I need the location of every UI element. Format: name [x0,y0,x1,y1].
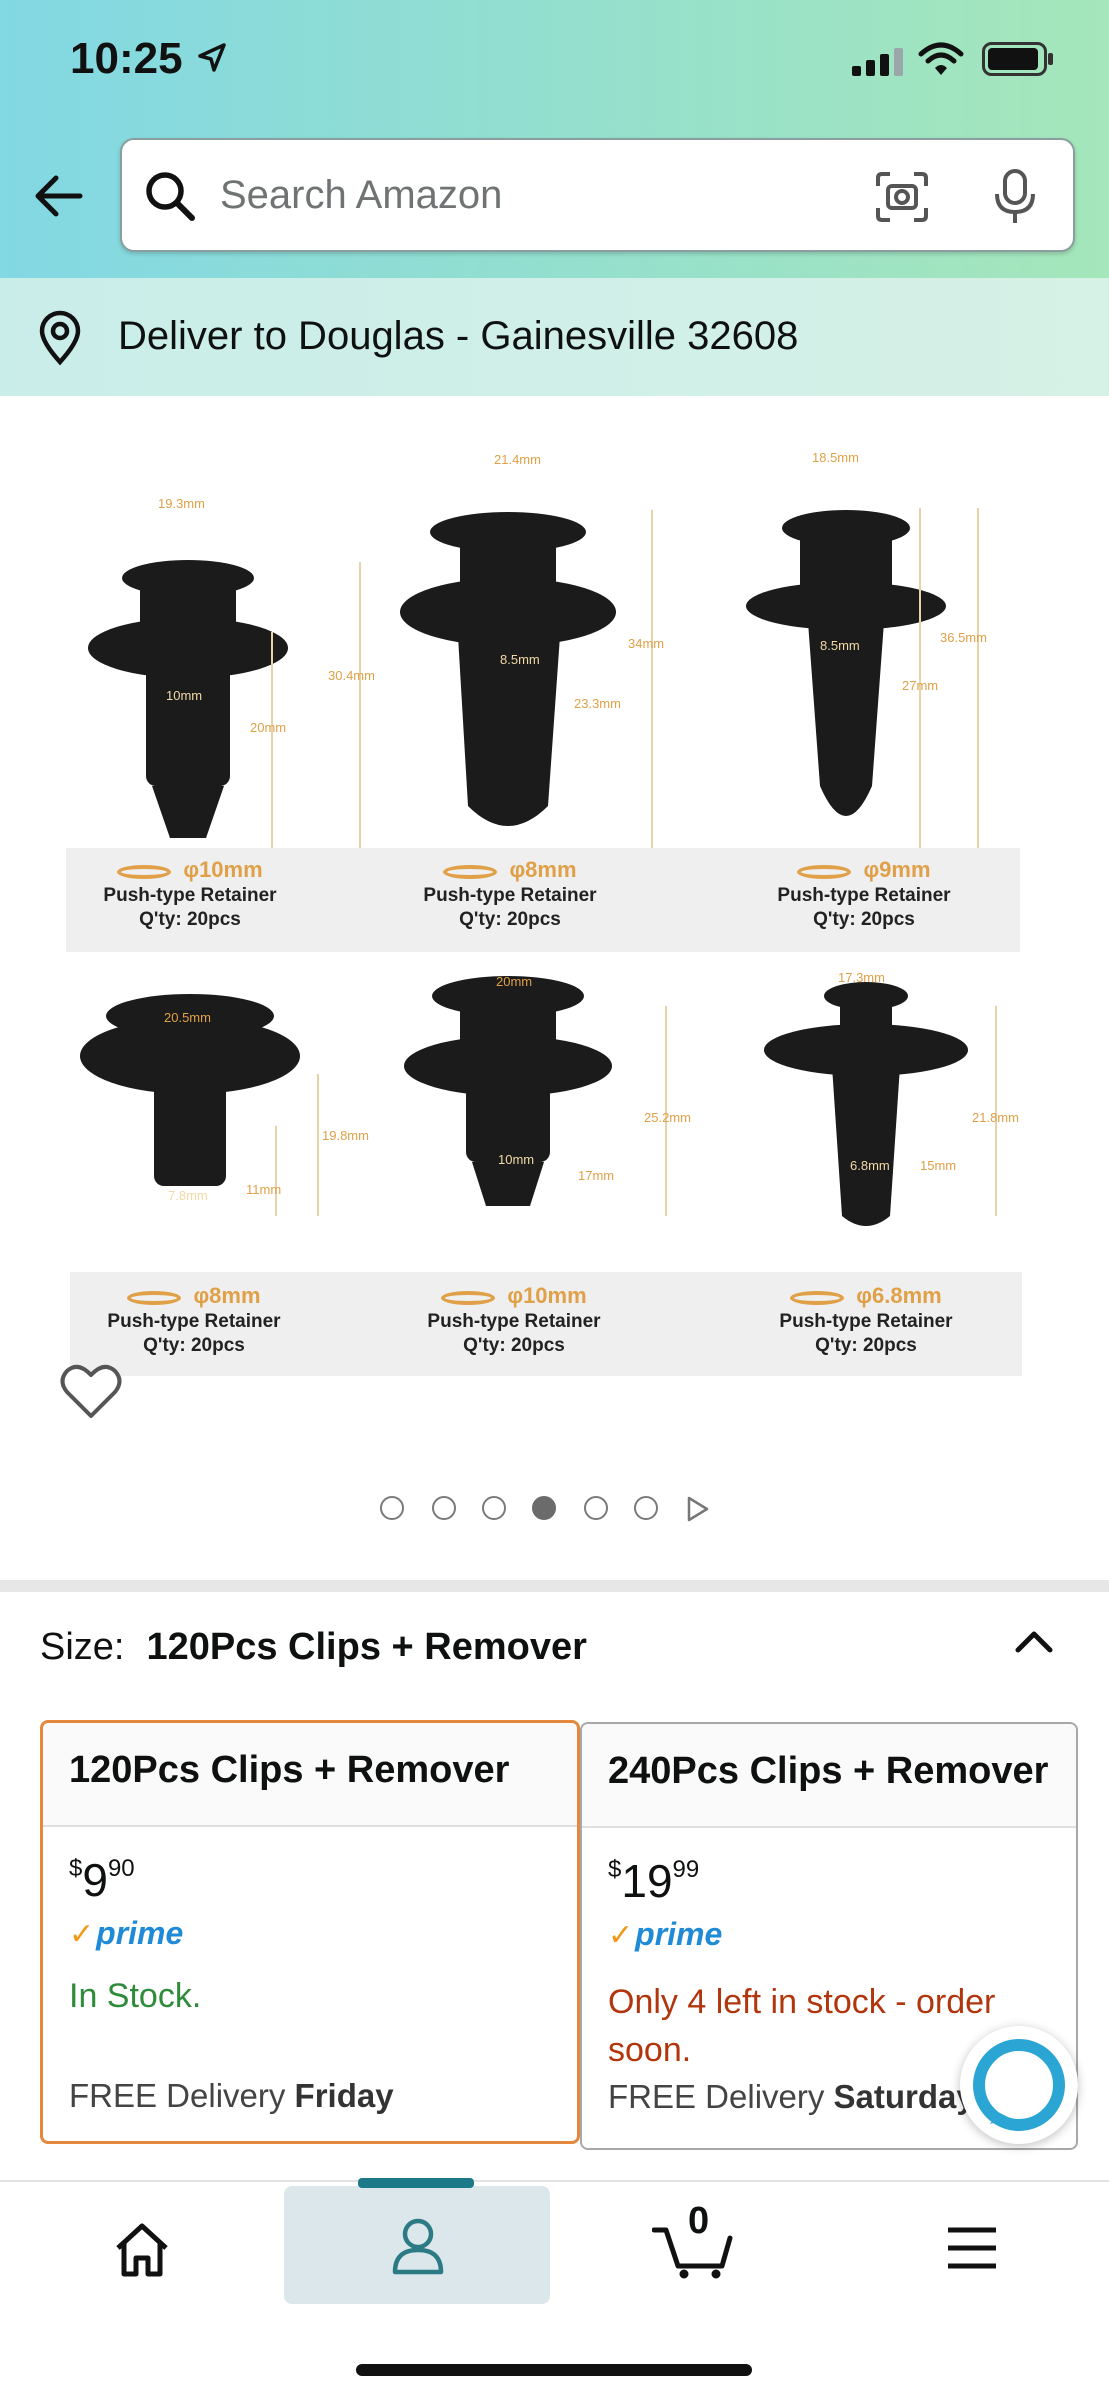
section-divider [0,1580,1109,1592]
dimension-label: 11mm [246,1182,282,1197]
clip-label-4: φ8mm Push-type Retainer Q'ty: 20pcs [107,1283,281,1357]
battery-icon [982,42,1054,81]
size-selected-value: 120Pcs Clips + Remover [146,1626,587,1668]
dimension-label: 10mm [498,1152,535,1167]
microphone-icon[interactable] [992,168,1038,231]
nav-home[interactable] [8,2186,274,2304]
dimension-label: 21.8mm [972,1110,1019,1125]
search-input[interactable] [220,164,820,226]
clip-label-3: φ9mm Push-type Retainer Q'ty: 20pcs [777,857,951,931]
carousel-dot-active[interactable] [532,1496,556,1520]
cart-count: 0 [688,2200,710,2242]
dimension-label: 30.4mm [328,668,375,683]
user-icon [392,2218,444,2275]
product-image: φ10mm Push-type Retainer Q'ty: 20pcs φ8mm… [60,426,1022,1386]
nav-menu[interactable] [836,2186,1102,2304]
size-label: Size: [40,1626,125,1668]
carousel-dot[interactable] [584,1496,608,1520]
chat-icon [973,2039,1065,2131]
clip-label-6: φ6.8mm Push-type Retainer Q'ty: 20pcs [779,1283,953,1357]
chevron-up-icon[interactable] [1010,1622,1058,1667]
option-title: 120Pcs Clips + Remover [43,1723,577,1827]
wifi-icon [918,42,964,81]
dimension-label: 25.2mm [644,1110,691,1125]
option-title: 240Pcs Clips + Remover [582,1724,1076,1828]
dimension-label: 18.5mm [812,450,859,465]
dimension-label: 19.8mm [322,1128,369,1143]
menu-icon [948,2227,996,2269]
prime-badge: ✓prime [608,1916,723,1952]
carousel-dot[interactable] [482,1496,506,1520]
prime-check-icon: ✓ [608,1919,634,1952]
carousel-dot[interactable] [380,1496,404,1520]
deliver-to-text: Deliver to Douglas - Gainesville 32608 [118,314,799,358]
dimension-label: 10mm [166,688,203,703]
chat-button[interactable] [960,2026,1078,2144]
dimension-label: 23.3mm [574,696,621,711]
dimension-label: 21.4mm [494,452,541,467]
header-background: 10:25 [0,0,1109,278]
search-bar[interactable] [120,138,1075,252]
back-arrow-icon [35,175,83,217]
dimension-label: 20mm [250,720,287,735]
carousel-dot[interactable] [432,1496,456,1520]
dimension-label: 7.8mm [168,1188,208,1203]
nav-account[interactable] [284,2178,550,2304]
dimension-label: 34mm [628,636,665,651]
active-tab-indicator [358,2178,474,2188]
prime-badge: ✓prime [69,1915,184,1951]
dimension-label: 17mm [578,1168,615,1183]
nav-cart[interactable]: 0 [560,2186,826,2304]
status-time: 10:25 [70,34,183,83]
product-image-carousel[interactable]: φ10mm Push-type Retainer Q'ty: 20pcs φ8mm… [0,396,1109,1436]
size-option-card-selected[interactable]: 120Pcs Clips + Remover $990 ✓prime In St… [40,1720,580,2144]
wishlist-button[interactable] [60,1362,122,1424]
dimension-label: 20.5mm [164,1010,211,1025]
clip-label-2: φ8mm Push-type Retainer Q'ty: 20pcs [423,857,597,931]
prime-check-icon: ✓ [69,1918,95,1951]
location-arrow-icon [196,42,228,79]
play-icon[interactable] [686,1496,710,1527]
search-icon [144,170,196,227]
option-price: $1999 [608,1855,700,1907]
dimension-label: 36.5mm [940,630,987,645]
option-price: $990 [69,1854,135,1906]
dimension-label: 15mm [920,1158,957,1173]
delivery-info: FREE Delivery Saturday [608,2078,975,2115]
home-indicator[interactable] [356,2364,752,2376]
stock-status: In Stock. [69,1977,202,2015]
location-pin-icon [36,310,84,371]
dimension-label: 27mm [902,678,939,693]
camera-icon[interactable] [874,170,930,229]
back-button[interactable] [30,168,90,228]
clip-label-1: φ10mm Push-type Retainer Q'ty: 20pcs [103,857,277,931]
size-selector-header[interactable]: Size: 120Pcs Clips + Remover [40,1626,587,1669]
deliver-to-bar[interactable]: Deliver to Douglas - Gainesville 32608 [0,278,1109,396]
signal-icon [852,48,904,81]
dimension-label: 6.8mm [850,1158,890,1173]
clip-label-5: φ10mm Push-type Retainer Q'ty: 20pcs [427,1283,601,1357]
delivery-info: FREE Delivery Friday [69,2077,394,2114]
home-icon [116,2223,168,2277]
heart-icon [60,1364,122,1418]
status-bar: 10:25 [0,0,1109,120]
dimension-label: 17.3mm [838,970,885,985]
dimension-label: 8.5mm [820,638,860,653]
dimension-label: 19.3mm [158,496,205,511]
dimension-label: 8.5mm [500,652,540,667]
carousel-dot[interactable] [634,1496,658,1520]
dimension-label: 20mm [496,974,533,989]
